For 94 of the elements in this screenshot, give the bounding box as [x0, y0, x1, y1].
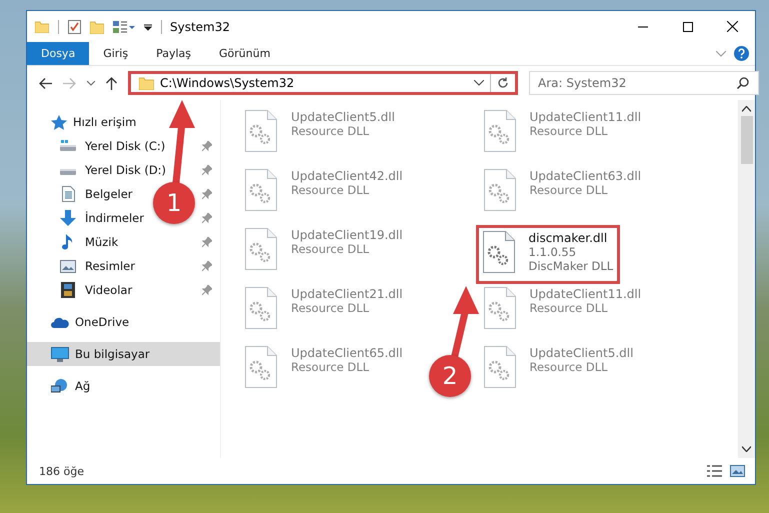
sidebar-item[interactable]: Ağ: [27, 374, 220, 398]
pin-icon[interactable]: [202, 189, 212, 199]
dll-file-icon: [245, 287, 277, 329]
view-options-icon[interactable]: [113, 20, 135, 32]
file-item[interactable]: UpdateClient42.dll Resource DLL: [241, 166, 407, 225]
file-item[interactable]: UpdateClient21.dll Resource DLL: [241, 284, 407, 343]
file-item[interactable]: discmaker.dll 1.1.0.55 DiscMaker DLL: [476, 225, 620, 284]
file-item[interactable]: UpdateClient11.dll Resource DLL: [480, 107, 646, 166]
dll-file-icon: [484, 110, 516, 152]
monitor-icon: [51, 346, 69, 362]
pin-icon[interactable]: [202, 285, 212, 295]
scrollbar[interactable]: [738, 100, 755, 458]
drive-icon: [60, 140, 76, 152]
file-name: UpdateClient11.dll: [530, 110, 642, 124]
search-field[interactable]: Ara: System32: [529, 71, 759, 95]
dll-file-icon: [484, 287, 516, 329]
file-detail: 1.1.0.55: [528, 245, 578, 259]
sidebar-item[interactable]: Yerel Disk (C:): [85, 139, 166, 153]
dll-file-icon: [245, 228, 277, 270]
caret-icon[interactable]: [144, 22, 152, 30]
refresh-icon[interactable]: [497, 77, 509, 89]
pin-icon[interactable]: [202, 141, 212, 151]
file-name: UpdateClient42.dll: [291, 169, 403, 183]
file-item[interactable]: UpdateClient63.dll Resource DLL: [480, 166, 646, 225]
document-icon: [62, 186, 74, 202]
file-item[interactable]: UpdateClient11.dll Resource DLL: [480, 284, 646, 343]
dll-file-icon: [245, 110, 277, 152]
network-globe-icon: [51, 378, 69, 394]
sidebar-item[interactable]: Bu bilgisayar: [27, 342, 220, 366]
picture-icon: [60, 260, 76, 272]
file-detail: Resource DLL: [291, 360, 370, 374]
file-detail: Resource DLL: [291, 242, 370, 256]
up-arrow-icon[interactable]: [106, 76, 117, 90]
pin-icon[interactable]: [202, 237, 212, 247]
sidebar-item[interactable]: Hızlı erişim: [27, 110, 220, 134]
file-detail: Resource DLL: [530, 183, 609, 197]
sidebar-item[interactable]: Belgeler: [85, 187, 133, 201]
dll-file-icon: [482, 231, 514, 273]
download-arrow-icon: [60, 210, 76, 226]
file-name: UpdateClient5.dll: [530, 346, 634, 360]
file-name: UpdateClient5.dll: [291, 110, 395, 124]
file-item[interactable]: UpdateClient65.dll Resource DLL: [241, 343, 407, 402]
help-icon[interactable]: [734, 46, 749, 61]
address-bar[interactable]: C:\Windows\System32: [128, 71, 518, 95]
file-detail: Resource DLL: [530, 124, 609, 138]
address-path: C:\Windows\System32: [160, 76, 296, 90]
pin-icon[interactable]: [202, 261, 212, 271]
file-name: UpdateClient21.dll: [291, 287, 403, 301]
sidebar-item[interactable]: Videolar: [85, 283, 132, 297]
file-menu-tab[interactable]: Dosya: [27, 42, 90, 65]
chevron-down-icon[interactable]: [87, 80, 95, 86]
file-name: UpdateClient11.dll: [530, 287, 642, 301]
file-detail: DiscMaker DLL: [528, 259, 614, 273]
file-item[interactable]: UpdateClient5.dll Resource DLL: [241, 107, 399, 166]
pin-icon[interactable]: [202, 165, 212, 175]
sidebar-item[interactable]: Yerel Disk (D:): [85, 163, 166, 177]
file-name: UpdateClient19.dll: [291, 228, 403, 242]
dll-file-icon: [245, 169, 277, 211]
back-arrow-icon[interactable]: [39, 78, 52, 88]
file-detail: Resource DLL: [291, 301, 370, 315]
file-detail: Resource DLL: [291, 124, 370, 138]
file-detail: Resource DLL: [530, 360, 609, 374]
properties-icon[interactable]: [68, 20, 81, 34]
sidebar-item[interactable]: Müzik: [85, 235, 118, 249]
file-name: discmaker.dll: [528, 231, 608, 245]
minimize-icon[interactable]: [638, 26, 648, 28]
close-icon[interactable]: [727, 21, 738, 32]
file-detail: Resource DLL: [291, 183, 370, 197]
sidebar-item[interactable]: OneDrive: [27, 310, 220, 334]
dll-file-icon: [245, 346, 277, 388]
dll-file-icon: [484, 169, 516, 211]
folder-icon: [139, 76, 154, 90]
scroll-up-icon[interactable]: [742, 106, 751, 112]
sidebar-item[interactable]: İndirmeler: [85, 211, 144, 225]
film-icon: [61, 282, 75, 298]
window-title: System32: [170, 20, 230, 34]
file-item[interactable]: UpdateClient5.dll Resource DLL: [480, 343, 638, 402]
item-count: 186 öğe: [39, 464, 84, 478]
scroll-down-icon[interactable]: [742, 446, 751, 452]
details-view-icon[interactable]: [707, 465, 722, 477]
file-detail: Resource DLL: [530, 301, 609, 315]
cloud-icon: [51, 316, 69, 328]
maximize-icon[interactable]: [682, 22, 692, 32]
sidebar-item[interactable]: Resimler: [85, 259, 135, 273]
file-item[interactable]: UpdateClient19.dll Resource DLL: [241, 225, 407, 284]
pin-icon[interactable]: [202, 213, 212, 223]
large-icons-view-icon[interactable]: [730, 465, 745, 477]
chevron-down-icon[interactable]: [474, 80, 484, 86]
dll-file-icon: [484, 346, 516, 388]
star-icon: [51, 114, 67, 130]
file-name: UpdateClient63.dll: [530, 169, 642, 183]
music-note-icon: [62, 234, 74, 250]
scrollbar-thumb[interactable]: [740, 116, 752, 164]
file-name: UpdateClient65.dll: [291, 346, 403, 360]
